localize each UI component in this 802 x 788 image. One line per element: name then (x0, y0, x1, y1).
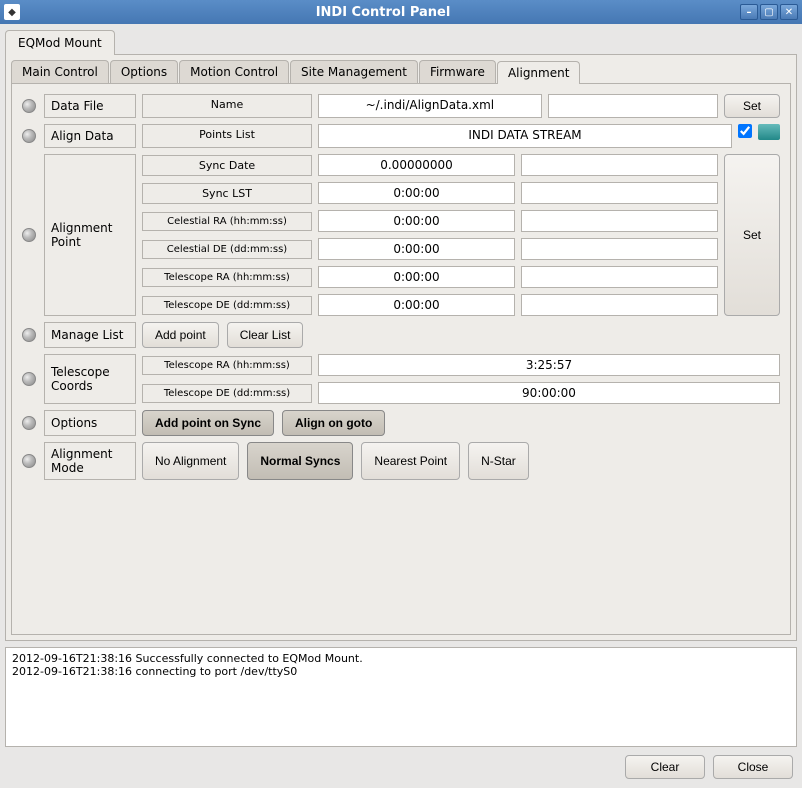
set-button[interactable]: Set (724, 94, 780, 118)
element-value: 0:00:00 (318, 266, 515, 288)
titlebar: ◆ INDI Control Panel – ▢ ✕ (0, 0, 802, 24)
clear-list-button[interactable]: Clear List (227, 322, 304, 348)
window-buttons: – ▢ ✕ (740, 4, 798, 20)
element-label: Celestial RA (hh:mm:ss) (142, 212, 312, 231)
tab-motion-control[interactable]: Motion Control (179, 60, 289, 83)
element-value: 0.00000000 (318, 154, 515, 176)
element-label: Sync Date (142, 155, 312, 176)
element-label: Telescope RA (hh:mm:ss) (142, 356, 312, 375)
status-led (22, 129, 36, 143)
element-label: Telescope DE (dd:mm:ss) (142, 384, 312, 403)
prop-label: Data File (44, 94, 136, 118)
device-tab-eqmod[interactable]: EQMod Mount (5, 30, 115, 55)
element-label: Points List (142, 124, 312, 148)
switch-row: No Alignment Normal Syncs Nearest Point … (142, 442, 529, 480)
prop-label: Alignment Point (44, 154, 136, 316)
footer-buttons: Clear Close (5, 747, 797, 783)
prop-label: Alignment Mode (44, 442, 136, 480)
element-label: Name (142, 94, 312, 118)
element-input[interactable] (521, 238, 718, 260)
add-point-button[interactable]: Add point (142, 322, 219, 348)
status-led (22, 228, 36, 242)
prop-alignment-mode: Alignment Mode No Alignment Normal Syncs… (22, 442, 780, 480)
align-on-goto-toggle[interactable]: Align on goto (282, 410, 385, 436)
device-tabbar: EQMod Mount (5, 29, 797, 55)
element-column: Sync Date 0.00000000 Sync LST 0:00:00 Cele… (142, 154, 718, 316)
content: EQMod Mount Main Control Options Motion … (0, 24, 802, 788)
tab-options[interactable]: Options (110, 60, 178, 83)
set-button[interactable]: Set (724, 154, 780, 316)
status-led (22, 372, 36, 386)
minimize-button[interactable]: – (740, 4, 758, 20)
window: ◆ INDI Control Panel – ▢ ✕ EQMod Mount M… (0, 0, 802, 788)
element-input[interactable] (521, 266, 718, 288)
close-button[interactable]: Close (713, 755, 793, 779)
mode-n-star[interactable]: N-Star (468, 442, 529, 480)
element-input[interactable] (521, 182, 718, 204)
tab-firmware[interactable]: Firmware (419, 60, 496, 83)
blob-icon (758, 124, 780, 140)
device-panel: Main Control Options Motion Control Site… (5, 55, 797, 641)
property-area: Data File Name ~/.indi/AlignData.xml Set… (11, 84, 791, 635)
element-value: 0:00:00 (318, 182, 515, 204)
mode-no-alignment[interactable]: No Alignment (142, 442, 239, 480)
app-icon: ◆ (4, 4, 20, 20)
element-value: 0:00:00 (318, 238, 515, 260)
window-title: INDI Control Panel (26, 5, 740, 20)
element-label: Telescope RA (hh:mm:ss) (142, 268, 312, 287)
log-panel[interactable]: 2012-09-16T21:38:16 Successfully connect… (5, 647, 797, 747)
prop-label: Options (44, 410, 136, 436)
prop-manage-list: Manage List Add point Clear List (22, 322, 780, 348)
clear-button[interactable]: Clear (625, 755, 705, 779)
close-window-button[interactable]: ✕ (780, 4, 798, 20)
tab-alignment[interactable]: Alignment (497, 61, 580, 84)
element-value: ~/.indi/AlignData.xml (318, 94, 542, 118)
element-label: Celestial DE (dd:mm:ss) (142, 240, 312, 259)
group-tabbar: Main Control Options Motion Control Site… (11, 60, 791, 84)
element-column: Telescope RA (hh:mm:ss) 3:25:57 Telescope… (142, 354, 780, 404)
element-label: Telescope DE (dd:mm:ss) (142, 296, 312, 315)
prop-data-file: Data File Name ~/.indi/AlignData.xml Set (22, 94, 780, 118)
element-value: 0:00:00 (318, 210, 515, 232)
add-point-on-sync-toggle[interactable]: Add point on Sync (142, 410, 274, 436)
element-value: 90:00:00 (318, 382, 780, 404)
maximize-button[interactable]: ▢ (760, 4, 778, 20)
element-value: 3:25:57 (318, 354, 780, 376)
status-led (22, 454, 36, 468)
switch-row: Add point on Sync Align on goto (142, 410, 385, 436)
status-led (22, 328, 36, 342)
blob-enable-checkbox[interactable] (738, 124, 752, 138)
switch-row: Add point Clear List (142, 322, 303, 348)
element-input[interactable] (521, 210, 718, 232)
status-led (22, 99, 36, 113)
element-label: Sync LST (142, 183, 312, 204)
prop-telescope-coords: Telescope Coords Telescope RA (hh:mm:ss)… (22, 354, 780, 404)
prop-label: Align Data (44, 124, 136, 148)
mode-normal-syncs[interactable]: Normal Syncs (247, 442, 353, 480)
prop-label: Manage List (44, 322, 136, 348)
prop-label: Telescope Coords (44, 354, 136, 404)
prop-alignment-point: Alignment Point Sync Date 0.00000000 Sync… (22, 154, 780, 316)
mode-nearest-point[interactable]: Nearest Point (361, 442, 460, 480)
element-value: INDI DATA STREAM (318, 124, 732, 148)
status-led (22, 416, 36, 430)
prop-options: Options Add point on Sync Align on goto (22, 410, 780, 436)
element-input[interactable] (548, 94, 718, 118)
tab-site-management[interactable]: Site Management (290, 60, 418, 83)
tab-main-control[interactable]: Main Control (11, 60, 109, 83)
element-input[interactable] (521, 154, 718, 176)
prop-align-data: Align Data Points List INDI DATA STREAM (22, 124, 780, 148)
element-input[interactable] (521, 294, 718, 316)
element-value: 0:00:00 (318, 294, 515, 316)
